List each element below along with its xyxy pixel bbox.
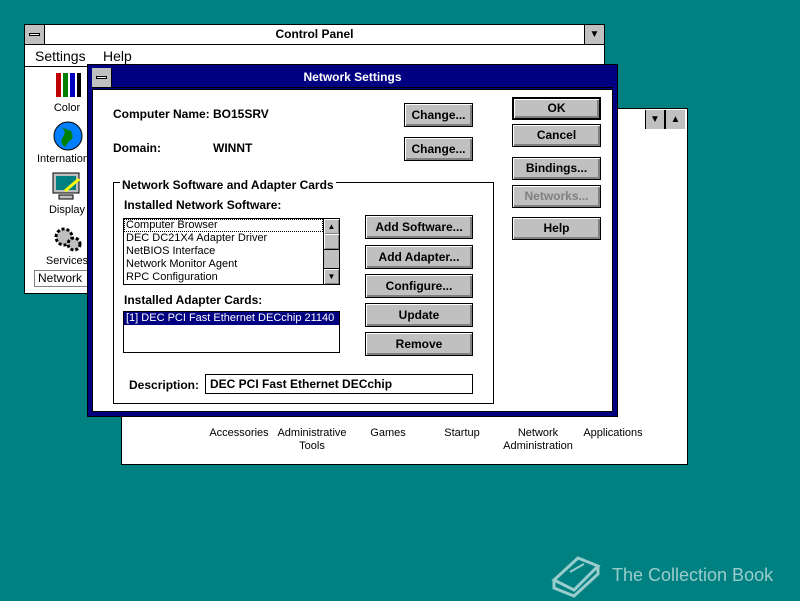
menu-settings[interactable]: Settings (35, 48, 86, 64)
software-listbox[interactable]: Computer Browser DEC DC21X4 Adapter Driv… (123, 218, 340, 285)
update-button[interactable]: Update (365, 303, 473, 327)
system-menu-icon[interactable] (25, 25, 45, 44)
description-label: Description: (129, 378, 200, 392)
dialog-title: Network Settings (303, 70, 402, 84)
group-icon-label-startup[interactable]: Startup (432, 427, 492, 439)
groupbox-title: Network Software and Adapter Cards (120, 178, 336, 192)
domain-value: WINNT (213, 141, 253, 155)
adapter-listbox[interactable]: [1] DEC PCI Fast Ethernet DECchip 21140 (123, 311, 340, 353)
maximize-arrow-icon[interactable]: ▲ (665, 110, 685, 129)
watermark-text: The Collection Book (612, 565, 774, 585)
list-item[interactable]: DEC DC21X4 Adapter Driver (124, 232, 339, 245)
menu-help[interactable]: Help (103, 48, 132, 64)
bindings-button[interactable]: Bindings... (512, 157, 601, 180)
status-text: Network (38, 271, 83, 285)
minimize-arrow-icon[interactable]: ▼ (645, 110, 665, 129)
network-admin-text: Network Administration (503, 427, 573, 452)
computer-name-label: Computer Name: (113, 107, 210, 121)
installed-software-label: Installed Network Software: (124, 198, 282, 212)
scroll-down-icon[interactable]: ▼ (324, 268, 339, 284)
software-scrollbar[interactable]: ▲ ▼ (323, 219, 339, 284)
ok-button[interactable]: OK (512, 97, 601, 120)
color-icon[interactable] (53, 71, 83, 101)
networks-button: Networks... (512, 185, 601, 208)
book-icon (548, 550, 602, 598)
group-icon-label-accessories[interactable]: Accessories (204, 427, 274, 439)
description-value: DEC PCI Fast Ethernet DECchip (210, 377, 393, 391)
description-field[interactable]: DEC PCI Fast Ethernet DECchip (205, 374, 473, 394)
icon-label-display: Display (48, 204, 86, 216)
remove-button[interactable]: Remove (365, 332, 473, 356)
control-panel-titlebar[interactable]: Control Panel ▼ (25, 25, 604, 45)
configure-button[interactable]: Configure... (365, 274, 473, 298)
status-field: Network (34, 270, 94, 287)
scroll-thumb[interactable] (324, 234, 339, 250)
minimize-arrow-icon[interactable]: ▼ (584, 25, 604, 44)
gears-icon[interactable] (53, 224, 83, 254)
add-software-button[interactable]: Add Software... (365, 215, 473, 239)
icon-label-international: International (37, 153, 89, 165)
control-panel-title: Control Panel (275, 27, 354, 41)
change-computer-name-button[interactable]: Change... (404, 103, 473, 127)
system-menu-icon[interactable] (92, 68, 112, 87)
help-button[interactable]: Help (512, 217, 601, 240)
globe-icon[interactable] (53, 121, 83, 151)
installed-adapters-label: Installed Adapter Cards: (124, 293, 263, 307)
icon-label-services: Services (45, 255, 89, 267)
display-icon[interactable] (51, 171, 83, 203)
dialog-titlebar[interactable]: Network Settings (92, 68, 613, 88)
scroll-up-icon[interactable]: ▲ (324, 219, 339, 235)
list-item[interactable]: Network Monitor Agent (124, 258, 339, 271)
list-item[interactable]: RPC Configuration (124, 271, 339, 284)
group-icon-label-games[interactable]: Games (358, 427, 418, 439)
icon-label-color: Color (53, 102, 81, 114)
list-item[interactable]: NetBIOS Interface (124, 245, 339, 258)
group-icon-label-network-admin[interactable]: Network Administration (496, 427, 580, 453)
list-item[interactable]: Computer Browser (124, 219, 323, 232)
admin-tools-text: Administrative Tools (277, 427, 347, 452)
add-adapter-button[interactable]: Add Adapter... (365, 245, 473, 269)
computer-name-value: BO15SRV (213, 107, 269, 121)
cancel-button[interactable]: Cancel (512, 124, 601, 147)
domain-label: Domain: (113, 141, 161, 155)
group-icon-label-admin-tools[interactable]: Administrative Tools (272, 427, 352, 453)
group-icon-label-applications[interactable]: Applications (578, 427, 648, 439)
network-settings-dialog: Network Settings Computer Name: BO15SRV … (87, 64, 618, 417)
change-domain-button[interactable]: Change... (404, 137, 473, 161)
list-item-selected[interactable]: [1] DEC PCI Fast Ethernet DECchip 21140 (124, 312, 339, 325)
